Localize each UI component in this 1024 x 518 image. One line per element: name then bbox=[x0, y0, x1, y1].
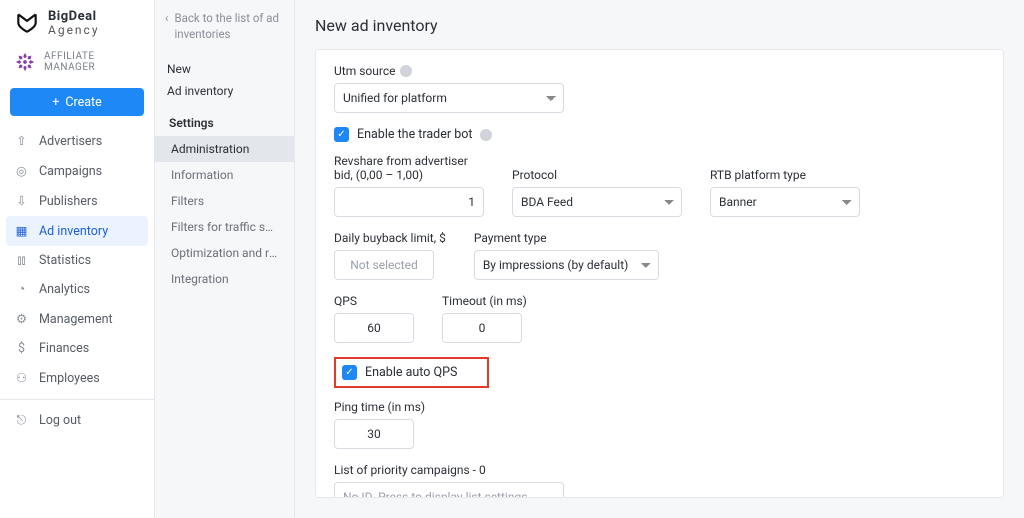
info-icon[interactable] bbox=[480, 129, 492, 141]
create-button[interactable]: +Create bbox=[10, 88, 144, 116]
nav-analytics[interactable]: ◔Analytics bbox=[0, 275, 154, 304]
upload-icon: ⇧ bbox=[14, 133, 29, 149]
qps-label: QPS bbox=[334, 294, 414, 308]
sub-filters-traffic[interactable]: Filters for traffic sour… bbox=[155, 214, 294, 240]
autoqps-label: Enable auto QPS bbox=[365, 365, 457, 380]
settings-header: Settings bbox=[155, 108, 294, 136]
priority-input[interactable]: No ID. Press to display list settings.→ bbox=[334, 482, 564, 498]
main-area: New ad inventory Utm source Unified for … bbox=[295, 0, 1024, 518]
chevron-left-icon: ‹ bbox=[165, 10, 168, 26]
plus-icon: + bbox=[52, 95, 59, 110]
people-icon: ⚇ bbox=[14, 370, 29, 386]
utm-select[interactable]: Unified for platform bbox=[334, 83, 564, 113]
nav-employees[interactable]: ⚇Employees bbox=[0, 363, 154, 393]
role-label: AFFILIATE MANAGER bbox=[44, 51, 140, 73]
pie-icon: ◔ bbox=[14, 282, 29, 297]
logo-icon bbox=[14, 10, 40, 36]
sub-information[interactable]: Information bbox=[155, 162, 294, 188]
trader-checkbox[interactable]: ✓ bbox=[334, 127, 349, 142]
arrow-right-icon: → bbox=[543, 490, 555, 498]
revshare-input[interactable] bbox=[334, 187, 484, 217]
page-title: New ad inventory bbox=[295, 0, 1024, 49]
nav-publishers[interactable]: ⇩Publishers bbox=[0, 186, 154, 216]
sub-filters[interactable]: Filters bbox=[155, 188, 294, 214]
payment-label: Payment type bbox=[474, 231, 659, 245]
dollar-icon: $ bbox=[14, 341, 29, 356]
utm-label: Utm source bbox=[334, 64, 985, 78]
logout-icon: ⎋ bbox=[14, 413, 29, 428]
daily-label: Daily buyback limit, $ bbox=[334, 231, 446, 245]
rtb-select[interactable]: Banner bbox=[710, 187, 860, 217]
payment-select[interactable]: By impressions (by default) bbox=[474, 250, 659, 280]
gear-icon: ⚙ bbox=[14, 311, 29, 327]
autoqps-highlight: ✓ Enable auto QPS bbox=[334, 357, 489, 388]
nav-finances[interactable]: $Finances bbox=[0, 334, 154, 363]
back-link[interactable]: ‹Back to the list of ad inventories bbox=[155, 10, 294, 52]
autoqps-checkbox[interactable]: ✓ bbox=[342, 365, 357, 380]
secondary-sidebar: ‹Back to the list of ad inventories New … bbox=[155, 0, 295, 518]
role-tag: AFFILIATE MANAGER bbox=[0, 42, 154, 82]
group-adinv: Ad inventory bbox=[155, 80, 294, 108]
ping-label: Ping time (in ms) bbox=[334, 400, 985, 414]
sub-optimization[interactable]: Optimization and rules bbox=[155, 240, 294, 266]
info-icon[interactable] bbox=[400, 65, 412, 77]
rtb-label: RTB platform type bbox=[710, 168, 860, 182]
qps-input[interactable] bbox=[334, 313, 414, 343]
nav-statistics[interactable]: ⫾⫾Statistics bbox=[0, 246, 154, 275]
group-new: New bbox=[155, 52, 294, 80]
trader-label: Enable the trader bot bbox=[357, 127, 472, 142]
nav-logout[interactable]: ⎋Log out bbox=[0, 406, 154, 435]
protocol-select[interactable]: BDA Feed bbox=[512, 187, 682, 217]
form-panel: Utm source Unified for platform ✓ Enable… bbox=[315, 49, 1004, 498]
primary-sidebar: BigDealAgency AFFILIATE MANAGER +Create … bbox=[0, 0, 155, 518]
ping-input[interactable] bbox=[334, 419, 414, 449]
bars-icon: ⫾⫾ bbox=[14, 253, 29, 268]
sub-administration[interactable]: Administration bbox=[155, 136, 294, 162]
nav-ad-inventory[interactable]: ▦Ad inventory bbox=[6, 216, 148, 246]
brand-line2: Agency bbox=[48, 24, 100, 37]
nav-management[interactable]: ⚙Management bbox=[0, 304, 154, 334]
nav-advertisers[interactable]: ⇧Advertisers bbox=[0, 126, 154, 156]
download-icon: ⇩ bbox=[14, 193, 29, 209]
brand-logo: BigDealAgency bbox=[0, 0, 154, 42]
priority-label: List of priority campaigns - 0 bbox=[334, 463, 985, 477]
target-icon: ◎ bbox=[14, 163, 29, 179]
brand-line1: BigDeal bbox=[48, 10, 100, 24]
grid-icon: ▦ bbox=[14, 223, 29, 239]
revshare-label: Revshare from advertiser bid, (0,00 – 1,… bbox=[334, 154, 484, 182]
protocol-label: Protocol bbox=[512, 168, 682, 182]
timeout-label: Timeout (in ms) bbox=[442, 294, 527, 308]
timeout-input[interactable] bbox=[442, 313, 522, 343]
snowflake-icon bbox=[14, 50, 36, 74]
sidebar-divider bbox=[0, 399, 154, 400]
nav-campaigns[interactable]: ◎Campaigns bbox=[0, 156, 154, 186]
sub-integration[interactable]: Integration bbox=[155, 266, 294, 292]
daily-input[interactable] bbox=[334, 250, 434, 280]
